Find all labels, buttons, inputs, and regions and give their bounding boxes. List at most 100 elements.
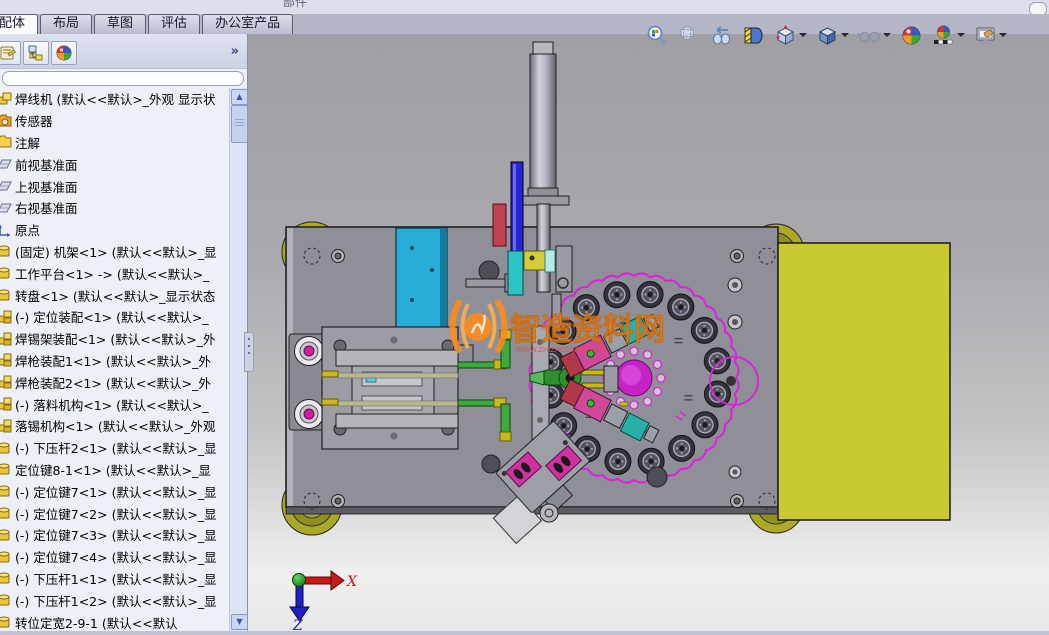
part-icon: [0, 505, 13, 521]
view-orientation-icon[interactable]: [774, 24, 807, 47]
feature-manager-panel: » 焊线机 (默认<<默认>_外观 显示状传感器注解前视基准面上视基准面右视基准…: [0, 34, 248, 631]
tree-item[interactable]: 焊枪装配2<1> (默认<<默认>_外: [0, 371, 231, 393]
reference-triad: X Z: [290, 571, 358, 631]
panel-splitter-handle[interactable]: [244, 332, 254, 372]
axis-x-label: X: [346, 574, 358, 590]
turntable-roller[interactable]: [637, 282, 663, 308]
edit-appearance-icon[interactable]: [900, 24, 923, 47]
tree-item[interactable]: 前视基准面: [0, 153, 231, 175]
tree-item[interactable]: 原点: [0, 219, 231, 241]
tree-item[interactable]: (-) 落料机构<1> (默认<<默认>_: [0, 393, 231, 415]
tree-item-label: (-) 定位装配<1> (默认<<默认>_: [15, 307, 209, 326]
tab-评估[interactable]: 评估: [148, 14, 200, 34]
tree-item-label: 焊锡架装配<1> (默认<<默认>_外: [15, 329, 215, 348]
tab-草图[interactable]: 草图: [94, 14, 146, 34]
tree-item[interactable]: 焊线机 (默认<<默认>_外观 显示状: [0, 88, 231, 110]
assembly-icon: [0, 352, 13, 368]
part-icon: [0, 265, 13, 281]
tree-item-label: 焊枪装配2<1> (默认<<默认>_外: [15, 373, 211, 392]
tree-item-label: 上视基准面: [15, 177, 78, 196]
tree-item[interactable]: 焊枪装配1<1> (默认<<默认>_外: [0, 350, 231, 372]
tab-办公室产品[interactable]: 办公室产品: [202, 14, 293, 34]
turntable-roller[interactable]: [704, 348, 730, 374]
graphics-viewport[interactable]: 智造资料网 WWW.ZHIZAOZILIAO.COM X Z: [248, 34, 1049, 631]
tree-item[interactable]: 传感器: [0, 110, 231, 132]
featuremanager-tab-icon[interactable]: [0, 41, 21, 65]
tree-item[interactable]: (-) 定位键7<1> (默认<<默认>_显: [0, 480, 231, 502]
zoom-to-fit-icon[interactable]: [646, 24, 669, 47]
turntable-roller[interactable]: [668, 294, 694, 320]
tree-item[interactable]: 转盘<1> (默认<<默认>_显示状态: [0, 284, 231, 306]
turntable-roller[interactable]: [605, 448, 631, 474]
tree-item[interactable]: 上视基准面: [0, 175, 231, 197]
view-orientation-dropdown-caret[interactable]: [799, 33, 807, 37]
solidworks-window: { "window": {"top_strip_label": "部件"}, "…: [0, 0, 1049, 631]
feature-tree: 焊线机 (默认<<默认>_外观 显示状传感器注解前视基准面上视基准面右视基准面原…: [0, 88, 231, 631]
part-icon: [0, 483, 13, 499]
folder-icon: [0, 134, 13, 150]
tree-item-label: 转盘<1> (默认<<默认>_显示状态: [15, 286, 215, 305]
turntable-roller[interactable]: [691, 317, 717, 343]
turntable-roller[interactable]: [669, 435, 695, 461]
assembly-icon: [0, 374, 13, 390]
section-view-icon[interactable]: [742, 24, 765, 47]
tree-item[interactable]: 落锡机构<1> (默认<<默认>_外观: [0, 415, 231, 437]
tree-item[interactable]: 焊锡架装配<1> (默认<<默认>_外: [0, 328, 231, 350]
hide-show-items-dropdown-caret[interactable]: [883, 33, 891, 37]
displaymanager-tab-icon[interactable]: [51, 41, 77, 65]
scroll-up-button[interactable]: ▲: [231, 89, 248, 105]
tree-item[interactable]: 转位定宽2-9-1 (默认<<默认: [0, 611, 231, 631]
display-style-icon[interactable]: [816, 24, 849, 47]
zoom-to-area-icon[interactable]: [678, 24, 701, 47]
part-icon: [0, 440, 13, 456]
configuration-manager-tab-icon[interactable]: [23, 41, 49, 65]
tree-item[interactable]: 右视基准面: [0, 197, 231, 219]
tree-item-label: (-) 下压杆1<2> (默认<<默认>_显: [15, 591, 217, 610]
tree-item[interactable]: (固定) 机架<1> (默认<<默认>_显: [0, 241, 231, 263]
watermark-subtext: WWW.ZHIZAOZILIAO.COM: [516, 346, 607, 354]
scroll-thumb[interactable]: [231, 105, 248, 143]
sensor-icon: [0, 113, 13, 129]
tree-item[interactable]: (-) 下压杆1<2> (默认<<默认>_显: [0, 589, 231, 611]
panel-expand-chevron[interactable]: »: [231, 44, 239, 59]
scroll-down-button[interactable]: ▼: [231, 614, 248, 630]
view-settings-dropdown-caret[interactable]: [999, 33, 1007, 37]
tab-装配体[interactable]: 装配体: [0, 14, 38, 34]
part-icon: [0, 549, 13, 565]
tab-布局[interactable]: 布局: [40, 14, 92, 34]
tree-item-label: 右视基准面: [15, 198, 78, 217]
tree-item-label: 原点: [15, 220, 40, 239]
part-icon: [0, 287, 13, 303]
turntable-roller[interactable]: [604, 282, 630, 308]
tree-item-label: 传感器: [15, 111, 53, 130]
model-canvas[interactable]: 智造资料网 WWW.ZHIZAOZILIAO.COM X Z: [248, 34, 1049, 631]
assembly-icon: [0, 331, 13, 347]
tree-item-label: (-) 落料机构<1> (默认<<默认>_: [15, 395, 209, 414]
apply-scene-icon[interactable]: [932, 24, 965, 47]
plane-icon: [0, 156, 13, 172]
tree-item[interactable]: (-) 定位装配<1> (默认<<默认>_: [0, 306, 231, 328]
tree-item[interactable]: (-) 定位键7<2> (默认<<默认>_显: [0, 502, 231, 524]
tree-item[interactable]: (-) 定位键7<4> (默认<<默认>_显: [0, 546, 231, 568]
previous-view-icon[interactable]: [710, 24, 733, 47]
tree-filter-bar[interactable]: [2, 71, 244, 86]
tree-item[interactable]: (-) 下压杆2<1> (默认<<默认>_显: [0, 437, 231, 459]
apply-scene-dropdown-caret[interactable]: [957, 33, 965, 37]
tree-item[interactable]: (-) 下压杆1<1> (默认<<默认>_显: [0, 568, 231, 590]
tree-item-label: 焊枪装配1<1> (默认<<默认>_外: [15, 351, 211, 370]
tree-item-label: 注解: [15, 133, 40, 152]
turntable-roller[interactable]: [692, 412, 718, 438]
tree-item[interactable]: 注解: [0, 132, 231, 154]
tree-item-label: (-) 下压杆1<1> (默认<<默认>_显: [15, 569, 217, 588]
side-plate-yellow[interactable]: [778, 243, 950, 520]
view-settings-icon[interactable]: [974, 24, 1007, 47]
hide-show-items-icon[interactable]: [858, 24, 891, 47]
tree-item[interactable]: 工作平台<1> -> (默认<<默认>_: [0, 262, 231, 284]
axis-z-label: Z: [292, 618, 303, 631]
tree-item[interactable]: (-) 定位键7<3> (默认<<默认>_显: [0, 524, 231, 546]
tree-item[interactable]: 定位键8-1<1> (默认<<默认>_显: [0, 459, 231, 481]
display-style-dropdown-caret[interactable]: [841, 33, 849, 37]
part-icon: [0, 614, 13, 630]
tree-item-label: 落锡机构<1> (默认<<默认>_外观: [15, 416, 215, 435]
tree-item-label: (-) 定位键7<2> (默认<<默认>_显: [15, 504, 217, 523]
